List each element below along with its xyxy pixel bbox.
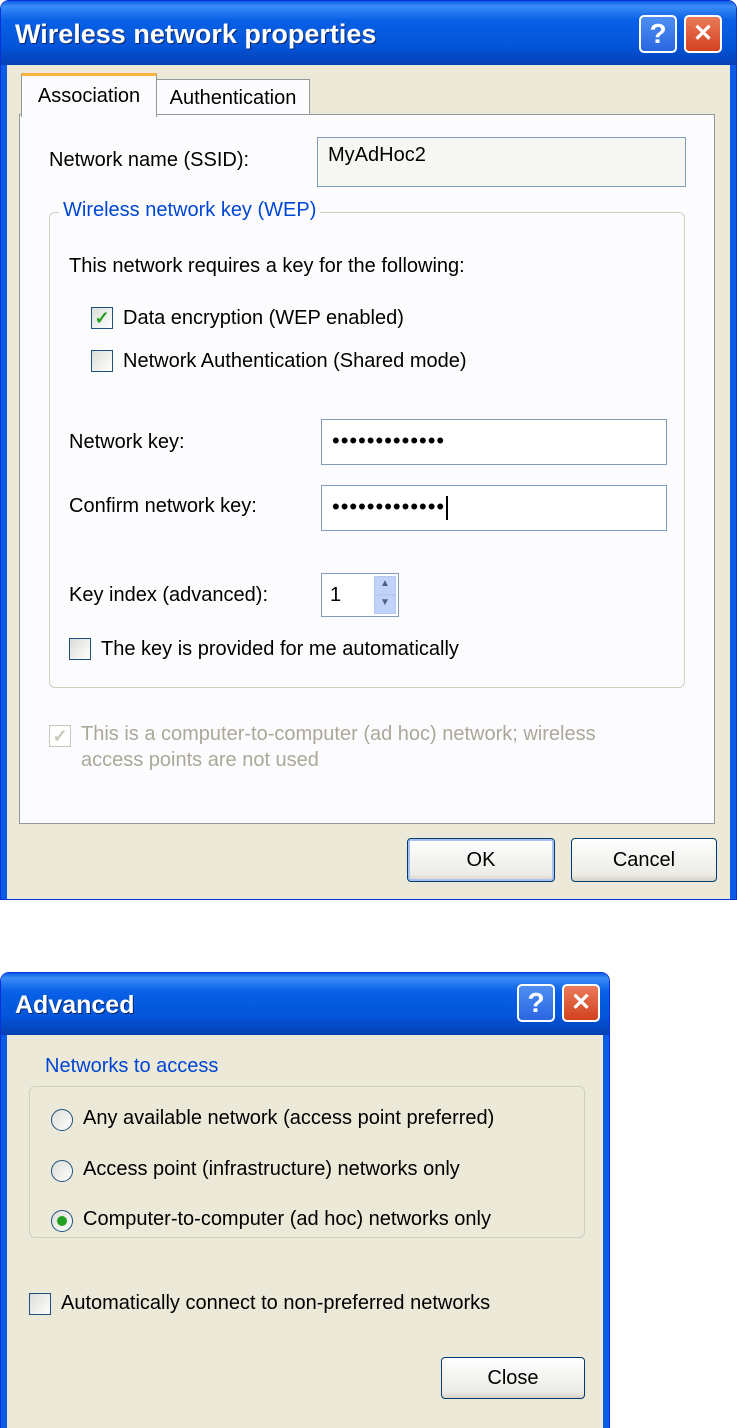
- radio-infrastructure[interactable]: [51, 1160, 73, 1182]
- radio-dot-icon: [57, 1216, 67, 1226]
- adhoc-label-line2: access points are not used: [81, 749, 319, 771]
- window-border-right: [603, 1035, 609, 1428]
- check-icon: ✓: [94, 308, 110, 328]
- close-button[interactable]: ✕: [562, 984, 600, 1022]
- option-any-network-label[interactable]: Any available network (access point pref…: [83, 1107, 494, 1130]
- help-button[interactable]: ?: [517, 984, 555, 1022]
- close-icon: ✕: [692, 20, 714, 47]
- network-key-field[interactable]: •••••••••••••: [321, 419, 667, 465]
- key-auto-checkbox[interactable]: [69, 638, 91, 660]
- network-key-label: Network key:: [69, 431, 185, 453]
- confirm-key-field[interactable]: •••••••••••••: [321, 485, 667, 531]
- wep-group-legend: Wireless network key (WEP): [59, 199, 321, 222]
- text-caret: [446, 496, 449, 521]
- window-border-left: [1, 65, 7, 899]
- window-border-right: [730, 65, 736, 899]
- help-icon: ?: [649, 18, 667, 49]
- check-icon: ✓: [52, 726, 68, 746]
- confirm-key-label: Confirm network key:: [69, 495, 257, 517]
- close-dialog-button[interactable]: Close: [441, 1357, 585, 1399]
- tab-authentication[interactable]: Authentication: [156, 79, 310, 115]
- key-index-label: Key index (advanced):: [69, 584, 269, 606]
- ok-button[interactable]: OK: [407, 838, 555, 882]
- cancel-button[interactable]: Cancel: [571, 838, 717, 882]
- dialog-title: Wireless network properties: [15, 19, 377, 49]
- close-button[interactable]: ✕: [684, 15, 722, 53]
- data-encryption-label[interactable]: Data encryption (WEP enabled): [123, 307, 404, 330]
- advanced-dialog: Advanced ? ✕ Networks to access Any avai…: [0, 972, 610, 1428]
- adhoc-checkbox: ✓: [49, 725, 71, 747]
- data-encryption-checkbox[interactable]: ✓: [91, 307, 113, 329]
- key-index-value: 1: [330, 584, 342, 606]
- close-icon: ✕: [570, 989, 592, 1016]
- auto-connect-label[interactable]: Automatically connect to non-preferred n…: [61, 1292, 490, 1315]
- spin-down-icon[interactable]: ▼: [374, 595, 396, 614]
- network-key-value: •••••••••••••: [332, 428, 446, 453]
- ssid-field[interactable]: MyAdHoc2: [317, 137, 686, 187]
- tab-association[interactable]: Association: [21, 73, 157, 117]
- tab-association-label: Association: [37, 85, 141, 107]
- radio-adhoc[interactable]: [51, 1210, 73, 1232]
- key-auto-label[interactable]: The key is provided for me automatically: [101, 638, 459, 661]
- requires-key-text: This network requires a key for the foll…: [69, 255, 465, 277]
- ssid-label: Network name (SSID):: [49, 149, 250, 171]
- tab-authentication-label: Authentication: [169, 87, 297, 109]
- auto-connect-checkbox[interactable]: [29, 1293, 51, 1315]
- ssid-value: MyAdHoc2: [328, 144, 426, 166]
- radio-any-network[interactable]: [51, 1109, 73, 1131]
- title-bar[interactable]: Wireless network properties ? ✕: [1, 1, 736, 65]
- spin-up-icon[interactable]: ▲: [374, 576, 396, 595]
- window-border-left: [1, 1035, 7, 1428]
- key-index-spinner[interactable]: 1 ▲ ▼: [321, 573, 399, 617]
- dialog-title: Advanced: [15, 991, 135, 1019]
- confirm-key-value: •••••••••••••: [332, 494, 446, 519]
- networks-group-legend: Networks to access: [41, 1055, 223, 1078]
- help-button[interactable]: ?: [639, 15, 677, 53]
- help-icon: ?: [527, 987, 545, 1018]
- title-bar[interactable]: Advanced ? ✕: [1, 973, 609, 1035]
- adhoc-label-line1: This is a computer-to-computer (ad hoc) …: [81, 723, 596, 745]
- option-infrastructure-label[interactable]: Access point (infrastructure) networks o…: [83, 1158, 460, 1181]
- wireless-properties-dialog: Wireless network properties ? ✕ Associat…: [0, 0, 737, 900]
- network-auth-label[interactable]: Network Authentication (Shared mode): [123, 350, 467, 373]
- network-auth-checkbox[interactable]: [91, 350, 113, 372]
- option-adhoc-label[interactable]: Computer-to-computer (ad hoc) networks o…: [83, 1208, 491, 1231]
